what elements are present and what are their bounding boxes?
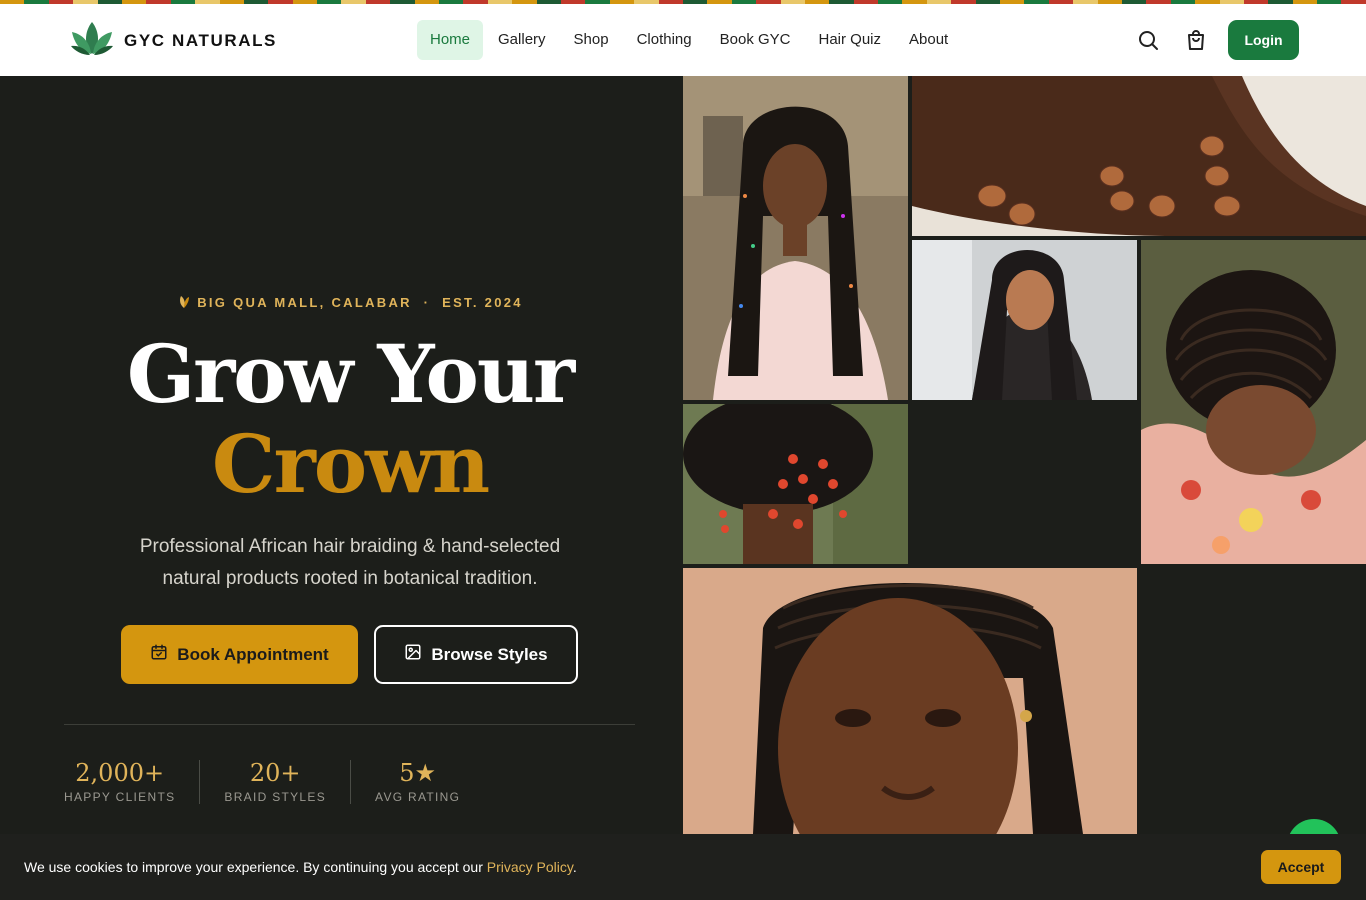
login-button[interactable]: Login — [1228, 20, 1299, 60]
stat-value: 20+ — [249, 759, 301, 787]
main-nav: Home Gallery Shop Clothing Book GYC Hair… — [417, 20, 961, 60]
cookie-text: We use cookies to improve your experienc… — [24, 859, 487, 875]
nav-shop[interactable]: Shop — [561, 20, 622, 60]
tagline-text: BIG QUA MALL, CALABAR · EST. 2024 — [197, 295, 523, 310]
stat-label: HAPPY CLIENTS — [64, 790, 176, 804]
nav-about[interactable]: About — [896, 20, 961, 60]
logo[interactable]: GYC NATURALS — [70, 20, 277, 61]
calendar-icon — [150, 643, 168, 666]
site-header: GYC NATURALS Home Gallery Shop Clothing … — [0, 4, 1366, 76]
privacy-policy-link[interactable]: Privacy Policy — [487, 859, 573, 875]
browse-styles-button[interactable]: Browse Styles — [374, 625, 578, 684]
nav-hair-quiz[interactable]: Hair Quiz — [806, 20, 895, 60]
stat-braid-styles: 20+ BRAID STYLES — [199, 760, 350, 804]
gallery-photo-cornrows-portrait[interactable] — [683, 568, 1137, 834]
stat-avg-rating: 5★ AVG RATING — [350, 760, 484, 804]
leaf-icon — [177, 295, 191, 312]
cookie-message: We use cookies to improve your experienc… — [24, 859, 577, 875]
nav-book-gyc[interactable]: Book GYC — [707, 20, 804, 60]
hero-tagline: BIG QUA MALL, CALABAR · EST. 2024 — [0, 295, 700, 312]
gallery-photo-box-braids[interactable] — [683, 76, 908, 400]
gallery-photo-braids-selfie[interactable] — [912, 240, 1137, 400]
hero-section: BIG QUA MALL, CALABAR · EST. 2024 Grow Y… — [0, 76, 683, 900]
gallery-photo-cornrows-top[interactable] — [1141, 240, 1366, 564]
nav-home[interactable]: Home — [417, 20, 484, 60]
image-icon — [404, 643, 422, 666]
hero-title-line1: Grow Your — [126, 327, 575, 421]
hero-title-line2: Crown — [211, 417, 490, 511]
book-appointment-button[interactable]: Book Appointment — [121, 625, 358, 684]
gallery-photo-braid-beads[interactable] — [912, 76, 1366, 236]
hero-stats: 2,000+ HAPPY CLIENTS 20+ BRAID STYLES 5★… — [64, 760, 484, 804]
stat-value: 5★ — [399, 759, 437, 787]
photo-gallery-grid — [683, 76, 1366, 900]
cookie-text-end: . — [572, 859, 577, 875]
kente-pattern-strip — [0, 0, 1366, 4]
browse-styles-label: Browse Styles — [431, 644, 548, 664]
stat-happy-clients: 2,000+ HAPPY CLIENTS — [64, 760, 199, 804]
cookie-banner: We use cookies to improve your experienc… — [0, 834, 1366, 900]
book-appointment-label: Book Appointment — [177, 644, 329, 664]
lotus-leaf-logo-icon — [70, 20, 114, 61]
stat-label: BRAID STYLES — [224, 790, 327, 804]
hero-subtitle: Professional African hair braiding & han… — [139, 536, 561, 589]
gallery-photo-red-bead-updo[interactable] — [683, 404, 908, 564]
stat-value: 2,000+ — [75, 759, 165, 787]
accept-cookies-button[interactable]: Accept — [1261, 850, 1341, 884]
brand-name: GYC NATURALS — [124, 30, 277, 50]
search-icon[interactable] — [1136, 28, 1160, 52]
stat-label: AVG RATING — [375, 790, 461, 804]
nav-gallery[interactable]: Gallery — [485, 20, 559, 60]
nav-clothing[interactable]: Clothing — [624, 20, 705, 60]
hero-divider — [64, 724, 635, 725]
shopping-bag-icon[interactable] — [1184, 28, 1208, 52]
